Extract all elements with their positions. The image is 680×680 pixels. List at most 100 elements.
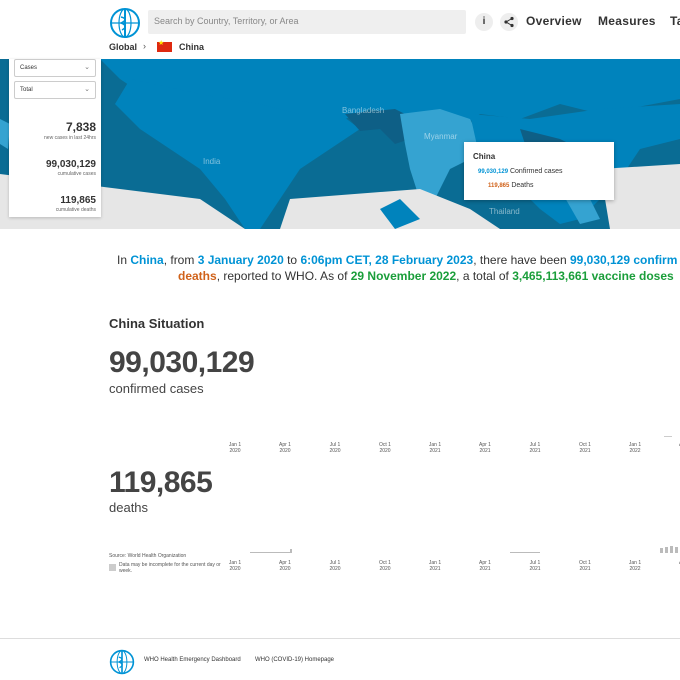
axis-tick-label: Jan 1 2021 xyxy=(420,560,450,572)
axis-tick-label: Jul 1 2021 xyxy=(520,442,550,454)
tooltip-deaths-label: Deaths xyxy=(511,182,534,189)
search-input[interactable]: Search by Country, Territory, or Area xyxy=(148,10,466,34)
summary-line-1: In China, from 3 January 2020 to 6:06pm … xyxy=(117,252,677,269)
situation-title: China Situation xyxy=(109,316,205,331)
axis-tick-year: 2021 xyxy=(429,566,441,572)
deaths-mini-bars xyxy=(250,546,678,553)
axis-tick-year: 2021 xyxy=(479,448,491,454)
period-select[interactable]: Total ⌄ xyxy=(14,81,96,99)
tooltip-cases-value: 99,030,129 xyxy=(478,169,509,175)
axis-tick-label: Apr 1 2020 xyxy=(270,442,300,454)
axis-tick-year: 2021 xyxy=(479,566,491,572)
metric-select-value: Cases xyxy=(20,65,38,71)
source-text: Source: World Health Organization xyxy=(109,553,187,559)
nav-tab-truncated[interactable]: Ta xyxy=(670,14,680,28)
nav-measures[interactable]: Measures xyxy=(598,14,656,28)
axis-tick-label: Jan 1 2020 xyxy=(220,442,250,454)
china-flag-icon xyxy=(157,39,172,52)
axis-tick-label: Jan 1 2022 xyxy=(620,560,650,572)
axis-tick-label: Oct 1 2021 xyxy=(570,442,600,454)
axis-tick-label: Jan 1 2022 xyxy=(620,442,650,454)
axis-tick-year: 2020 xyxy=(279,566,291,572)
axis-tick-year: 2020 xyxy=(329,448,341,454)
axis-tick-year: 2021 xyxy=(579,566,591,572)
map-label-myanmar: Myanmar xyxy=(424,132,458,141)
summary-fragment: , reported to WHO. As of xyxy=(216,269,351,283)
axis-tick-year: 2020 xyxy=(379,448,391,454)
confirmed-cases-label: confirmed cases xyxy=(109,381,204,396)
summary-fragment: to xyxy=(283,253,301,267)
axis-tick-year: 2020 xyxy=(279,448,291,454)
summary-fragment: , from xyxy=(163,253,198,267)
who-logo[interactable] xyxy=(109,649,135,675)
axis-tick-label: Oct 1 2020 xyxy=(370,442,400,454)
metric-select[interactable]: Cases ⌄ xyxy=(14,59,96,77)
axis-tick-year: 2020 xyxy=(329,566,341,572)
summary-fragment: , a total of xyxy=(456,269,513,283)
axis-tick-year: 2021 xyxy=(529,566,541,572)
breadcrumb-global[interactable]: Global xyxy=(109,42,137,54)
cases-mini-bars xyxy=(664,436,672,437)
summary-fragment: , there have been xyxy=(473,253,570,267)
axis-tick-label: Apr 1 2021 xyxy=(470,560,500,572)
legend-swatch xyxy=(109,564,116,571)
axis-tick-year: 2020 xyxy=(379,566,391,572)
footer-link-homepage[interactable]: WHO (COVID-19) Homepage xyxy=(255,657,334,663)
nav-overview[interactable]: Overview xyxy=(526,14,582,28)
axis-tick-year: 2 xyxy=(670,566,680,572)
axis-tick-label: Jan 1 2021 xyxy=(420,442,450,454)
axis-tick-year: 2022 xyxy=(629,448,641,454)
summary-cases: 99,030,129 confirm xyxy=(569,253,678,267)
axis-tick-year: 2020 xyxy=(229,448,241,454)
summary-country: China xyxy=(130,253,164,267)
deaths-value: 119,865 xyxy=(109,466,213,499)
new-cases-value: 7,838 xyxy=(65,120,96,134)
axis-tick-label: Apr 12 xyxy=(670,560,680,572)
summary-start-date: 3 January 2020 xyxy=(197,253,284,267)
map-stats-panel: Cases ⌄ Total ⌄ 7,838 new cases in last … xyxy=(9,59,101,217)
tooltip-title: China xyxy=(473,152,496,161)
info-icon[interactable]: i xyxy=(475,13,493,31)
axis-tick-label: Apr 12 xyxy=(670,442,680,454)
axis-tick-year: 2021 xyxy=(429,448,441,454)
map-label-bangladesh: Bangladesh xyxy=(342,106,385,115)
cumulative-cases-label: cumulative cases xyxy=(57,171,96,177)
deaths-label: deaths xyxy=(109,500,149,515)
summary-vaccine-doses: 3,465,113,661 vaccine doses xyxy=(512,269,674,283)
summary-end-date: 6:06pm CET, 28 February 2023 xyxy=(300,253,474,267)
axis-tick-label: Apr 1 2021 xyxy=(470,442,500,454)
axis-tick-label: Jul 1 2021 xyxy=(520,560,550,572)
axis-tick-label: Apr 1 2020 xyxy=(270,560,300,572)
tooltip-deaths-row: 119,865 Deaths xyxy=(488,182,534,189)
map-label-thailand: Thailand xyxy=(489,207,520,216)
chevron-down-icon: ⌄ xyxy=(84,64,90,71)
cumulative-deaths-label: cumulative deaths xyxy=(55,207,96,213)
axis-tick-year: 2 xyxy=(670,448,680,454)
top-header: Search by Country, Territory, or Area i … xyxy=(0,0,680,44)
chevron-right-icon: › xyxy=(143,41,146,51)
who-logo[interactable] xyxy=(109,7,141,39)
summary-line-2: deaths, reported to WHO. As of 29 Novemb… xyxy=(178,268,674,285)
data-note: Data may be incomplete for the current d… xyxy=(119,562,221,574)
confirmed-cases-value: 99,030,129 xyxy=(109,346,255,379)
tooltip-cases-row: 99,030,129 Confirmed cases xyxy=(478,168,563,175)
footer-link-dashboard[interactable]: WHO Health Emergency Dashboard xyxy=(144,657,241,663)
summary-deaths: deaths xyxy=(178,269,217,283)
breadcrumb-country: China xyxy=(179,42,205,52)
axis-tick-year: 2022 xyxy=(629,566,641,572)
summary-vaccine-date: 29 November 2022 xyxy=(350,269,457,283)
cumulative-cases-value: 99,030,129 xyxy=(45,159,96,170)
period-select-value: Total xyxy=(20,87,33,93)
tooltip-deaths-value: 119,865 xyxy=(488,183,510,189)
axis-tick-label: Oct 1 2020 xyxy=(370,560,400,572)
axis-tick-label: Oct 1 2021 xyxy=(570,560,600,572)
axis-tick-label: Jul 1 2020 xyxy=(320,442,350,454)
axis-tick-year: 2021 xyxy=(529,448,541,454)
cumulative-deaths-value: 119,865 xyxy=(60,195,96,206)
axis-tick-year: 2021 xyxy=(579,448,591,454)
share-icon[interactable] xyxy=(500,13,518,31)
map-label-india: India xyxy=(203,157,221,166)
map-tooltip: China 99,030,129 Confirmed cases 119,865… xyxy=(464,142,614,200)
footer-divider xyxy=(0,638,680,639)
chevron-down-icon: ⌄ xyxy=(84,86,90,93)
